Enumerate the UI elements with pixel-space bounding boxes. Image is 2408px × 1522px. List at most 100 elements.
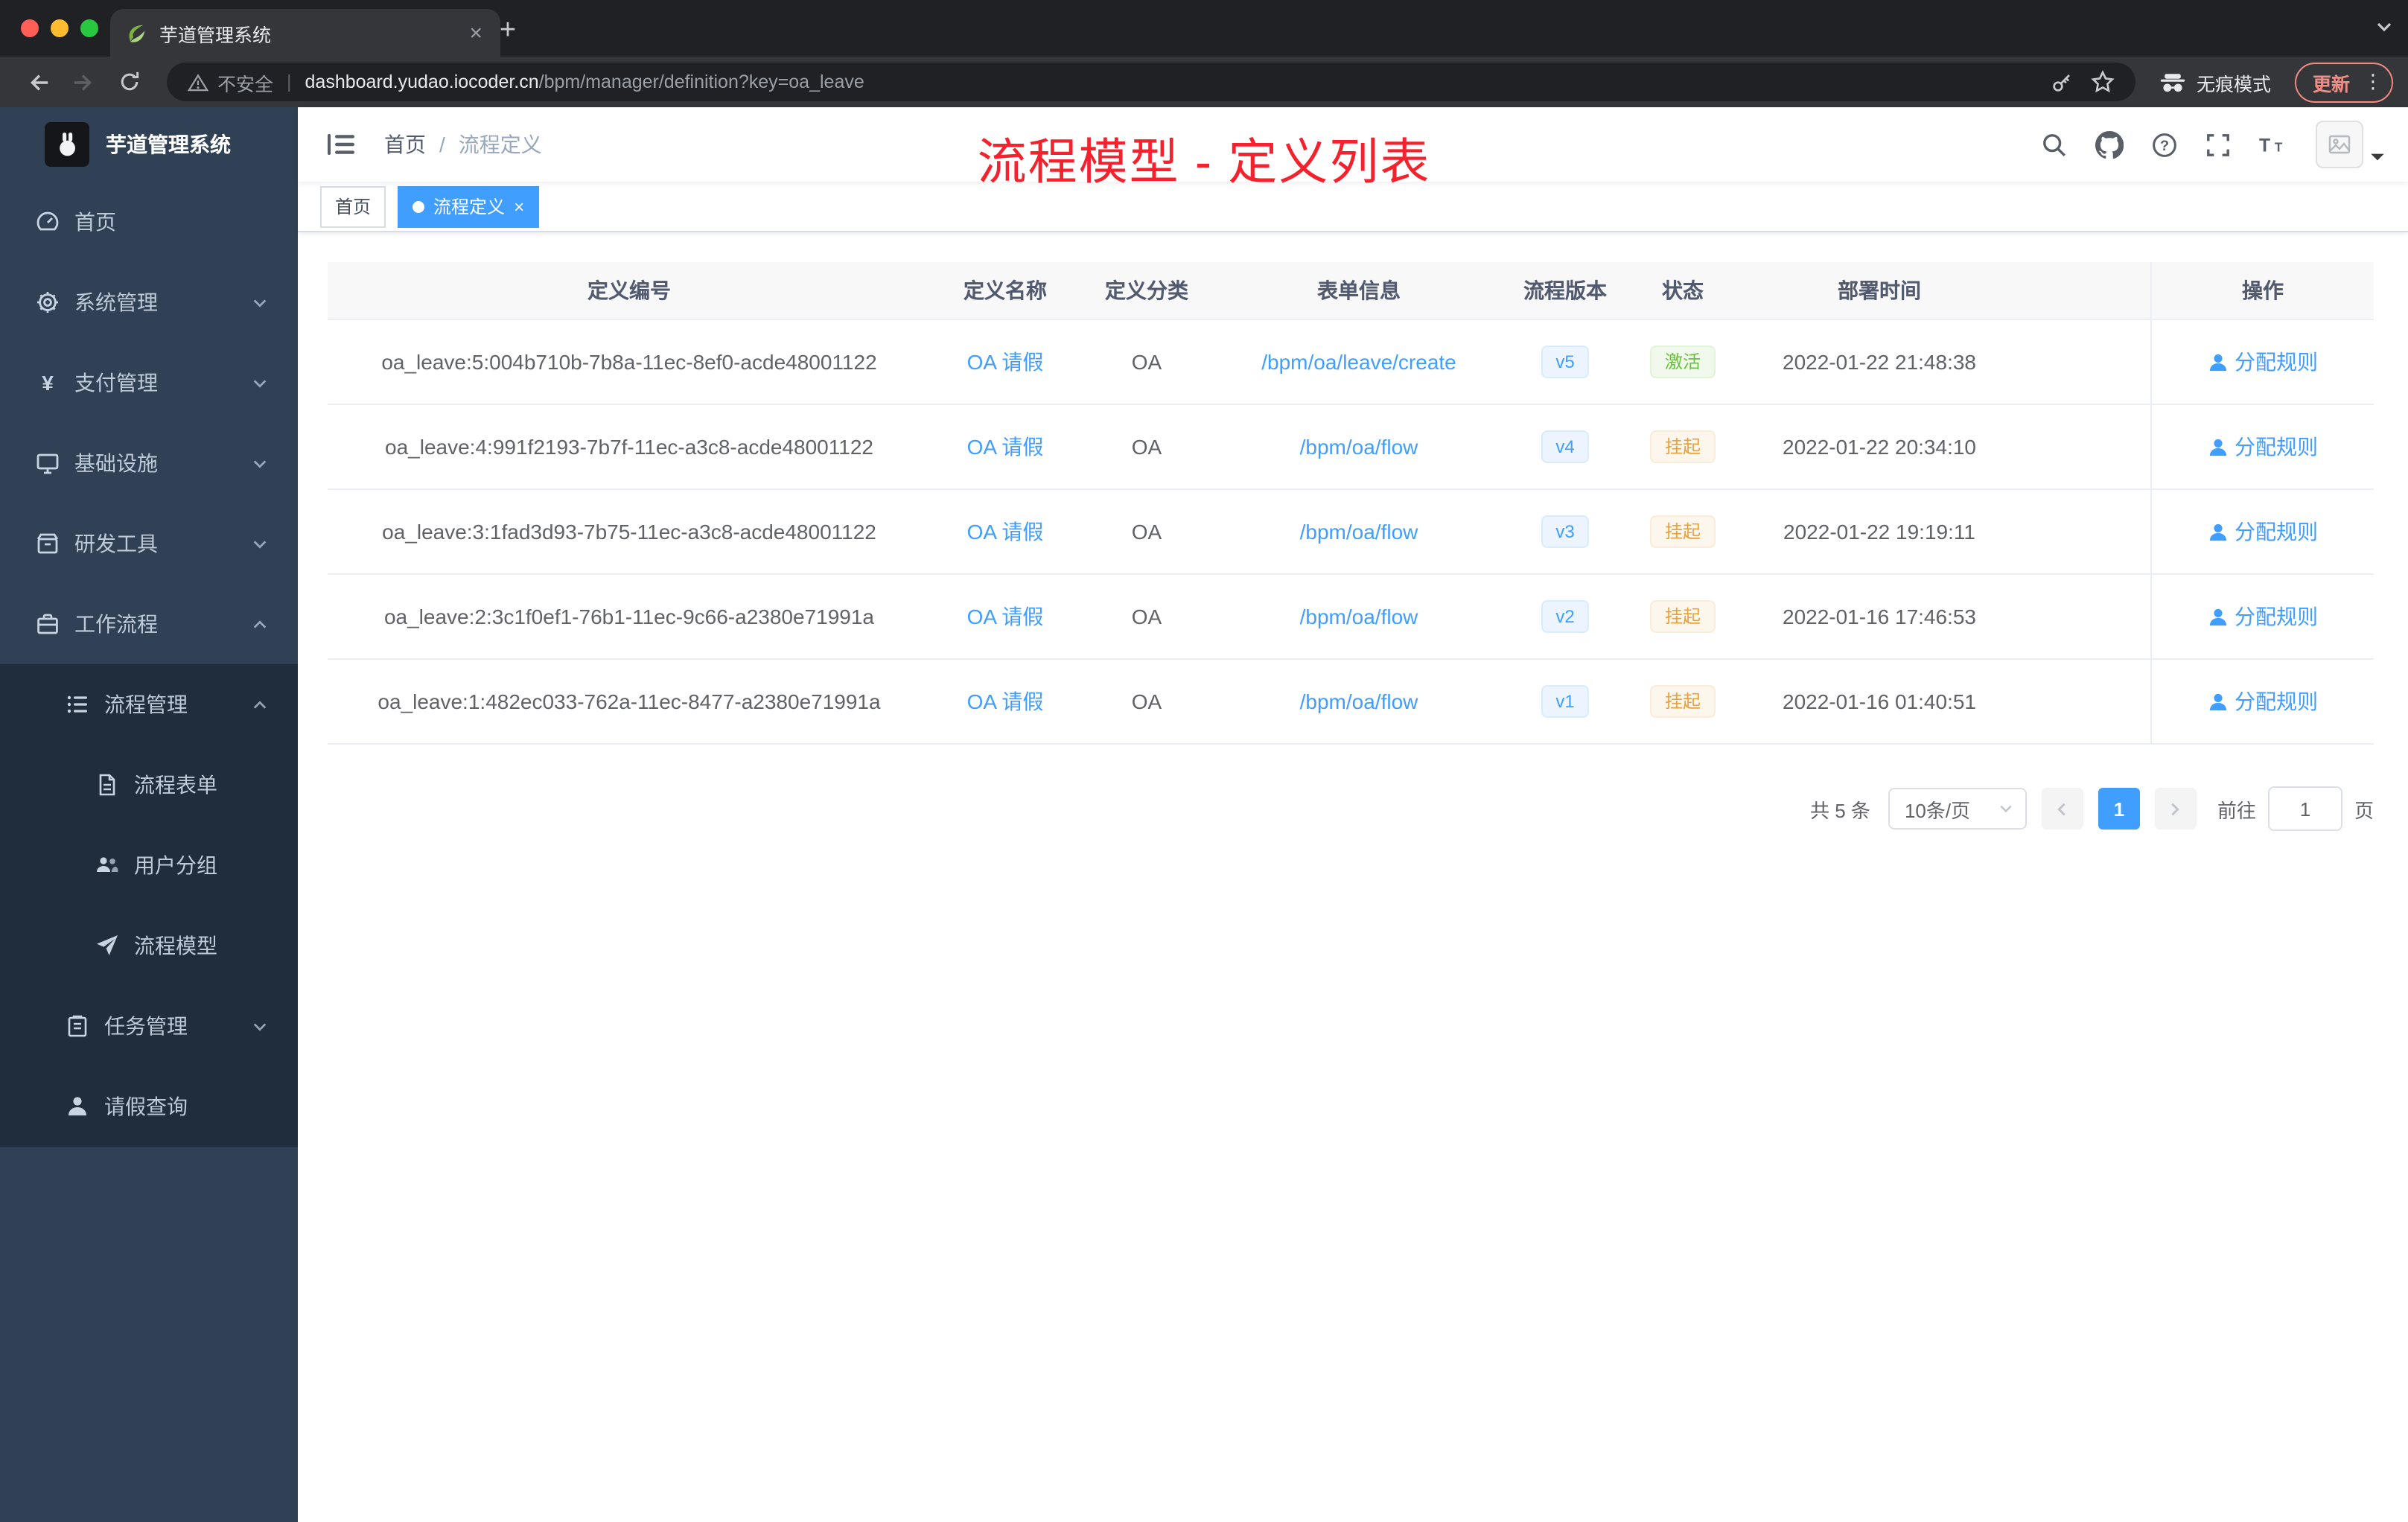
definition-name-link[interactable]: OA 请假 — [967, 517, 1044, 547]
assign-rule-link[interactable]: 分配规则 — [2208, 432, 2318, 462]
chevron-down-icon — [252, 456, 268, 472]
goto-suffix-label: 页 — [2354, 799, 2374, 821]
zoom-window-button[interactable] — [80, 19, 98, 37]
header-process-version: 流程版本 — [1523, 278, 1607, 302]
version-badge: v4 — [1541, 430, 1590, 463]
sidebar-item-workflow[interactable]: 工作流程 — [0, 584, 298, 664]
update-button[interactable]: 更新 ⋮ — [2294, 62, 2393, 102]
briefcase-icon — [37, 614, 58, 634]
bookmark-star-icon[interactable] — [2091, 70, 2115, 94]
tag-home[interactable]: 首页 — [320, 185, 386, 227]
forward-icon[interactable] — [71, 69, 97, 95]
sidebar-item-task-management[interactable]: 任务管理 — [0, 986, 298, 1066]
form-link[interactable]: /bpm/oa/flow — [1300, 435, 1418, 459]
cell-deploy-time: 2022-01-22 20:34:10 — [1783, 435, 1976, 459]
breadcrumb-home[interactable]: 首页 — [384, 130, 426, 159]
goto-page-input[interactable] — [2267, 786, 2342, 831]
form-link[interactable]: /bpm/oa/flow — [1300, 520, 1418, 544]
favicon — [125, 22, 147, 44]
github-icon[interactable] — [2095, 130, 2124, 159]
assign-rule-link[interactable]: 分配规则 — [2208, 347, 2318, 377]
sidebar-logo[interactable]: 芋道管理系统 — [0, 107, 298, 182]
sidebar: 芋道管理系统 首页 系统管理 ¥ 支付管理 基础设施 研发工具 工作流程 流程管… — [0, 107, 298, 1522]
tag-label: 流程定义 — [433, 197, 506, 217]
sidebar-item-leave-query[interactable]: 请假查询 — [0, 1066, 298, 1147]
sidebar-item-label: 流程模型 — [134, 934, 217, 958]
cell-category: OA — [1131, 605, 1162, 628]
incognito-icon — [2159, 71, 2186, 93]
definition-table: 定义编号 定义名称 定义分类 表单信息 流程版本 状态 部署时间 操作 oa_l… — [328, 262, 2374, 745]
form-link[interactable]: /bpm/oa/flow — [1300, 690, 1418, 713]
url-path: /bpm/manager/definition?key=oa_leave — [538, 71, 864, 92]
tag-close-icon[interactable]: × — [514, 196, 524, 217]
header-deploy-time: 部署时间 — [1838, 278, 1921, 302]
assign-rule-link[interactable]: 分配规则 — [2208, 602, 2318, 631]
browser-tab[interactable]: 芋道管理系统 × — [110, 9, 500, 57]
sidebar-item-infrastructure[interactable]: 基础设施 — [0, 423, 298, 503]
status-badge: 挂起 — [1649, 685, 1716, 718]
table-row: oa_leave:1:482ec033-762a-11ec-8477-a2380… — [328, 660, 2374, 745]
incognito-label: 无痕模式 — [2196, 74, 2271, 95]
definition-name-link[interactable]: OA 请假 — [967, 602, 1044, 631]
chevron-down-icon — [252, 536, 268, 553]
sidebar-item-system[interactable]: 系统管理 — [0, 262, 298, 343]
new-tab-button[interactable]: + — [488, 12, 527, 51]
close-window-button[interactable] — [21, 19, 39, 37]
page-size-select[interactable]: 10条/页 — [1888, 788, 2027, 830]
minimize-window-button[interactable] — [51, 19, 69, 37]
cell-category: OA — [1131, 435, 1162, 459]
yen-icon: ¥ — [42, 372, 54, 395]
sidebar-item-devtools[interactable]: 研发工具 — [0, 503, 298, 584]
status-badge: 激活 — [1649, 346, 1716, 378]
sidebar-item-label: 任务管理 — [104, 1014, 188, 1038]
browser-menu-icon[interactable]: ⋮ — [2363, 70, 2383, 94]
sidebar-toggle-icon[interactable] — [322, 133, 360, 156]
assign-rule-link[interactable]: 分配规则 — [2208, 687, 2318, 716]
search-icon[interactable] — [2042, 132, 2067, 157]
chevron-up-icon — [252, 617, 268, 633]
tab-close-icon[interactable]: × — [466, 20, 485, 45]
definition-name-link[interactable]: OA 请假 — [967, 432, 1044, 462]
sidebar-item-label: 基础设施 — [74, 451, 158, 475]
cell-deploy-time: 2022-01-22 21:48:38 — [1783, 350, 1976, 374]
user-menu[interactable] — [2316, 121, 2384, 168]
list-icon — [67, 695, 87, 713]
font-size-icon[interactable]: TT — [2259, 133, 2287, 156]
svg-text:T: T — [2275, 141, 2283, 155]
back-icon[interactable] — [25, 69, 51, 95]
url-input[interactable]: 不安全 | dashboard.yudao.iocoder.cn /bpm/ma… — [167, 63, 2135, 101]
chevron-right-icon — [2172, 802, 2180, 815]
sidebar-item-user-group[interactable]: 用户分组 — [0, 825, 298, 905]
form-link[interactable]: /bpm/oa/leave/create — [1261, 350, 1456, 374]
cell-definition-id: oa_leave:2:3c1f0ef1-76b1-11ec-9c66-a2380… — [383, 605, 874, 628]
dashboard-icon — [36, 211, 59, 231]
sidebar-item-process-form[interactable]: 流程表单 — [0, 745, 298, 825]
header-status: 状态 — [1662, 278, 1704, 302]
form-link[interactable]: /bpm/oa/flow — [1300, 605, 1418, 628]
definition-name-link[interactable]: OA 请假 — [967, 347, 1044, 377]
prev-page-button[interactable] — [2041, 788, 2083, 830]
next-page-button[interactable] — [2154, 788, 2197, 830]
pagination: 共 5 条 10条/页 1 前往 页 — [328, 786, 2374, 831]
definition-name-link[interactable]: OA 请假 — [967, 687, 1044, 716]
table-row: oa_leave:4:991f2193-7b7f-11ec-a3c8-acde4… — [328, 405, 2374, 490]
password-key-icon[interactable] — [2051, 71, 2073, 93]
chevron-down-icon — [252, 295, 268, 311]
fullscreen-icon[interactable] — [2205, 132, 2231, 157]
assign-rule-link[interactable]: 分配规则 — [2208, 517, 2318, 547]
version-badge: v2 — [1541, 600, 1590, 633]
tag-process-definition[interactable]: 流程定义 × — [398, 185, 540, 227]
navbar-actions: ? TT — [2042, 121, 2384, 168]
sidebar-item-process-model[interactable]: 流程模型 — [0, 905, 298, 986]
sidebar-item-label: 系统管理 — [74, 290, 158, 314]
sidebar-item-label: 工作流程 — [74, 612, 158, 636]
sidebar-item-process-management[interactable]: 流程管理 — [0, 664, 298, 745]
sidebar-item-label: 支付管理 — [74, 371, 158, 395]
tab-search-chevron-icon[interactable] — [2375, 18, 2393, 36]
sidebar-item-home[interactable]: 首页 — [0, 182, 298, 262]
help-icon[interactable]: ? — [2152, 132, 2177, 157]
page-number-1[interactable]: 1 — [2098, 788, 2140, 830]
browser-tab-strip: 芋道管理系统 × + — [0, 0, 2408, 57]
sidebar-item-payment[interactable]: ¥ 支付管理 — [0, 343, 298, 423]
reload-icon[interactable] — [118, 70, 141, 94]
